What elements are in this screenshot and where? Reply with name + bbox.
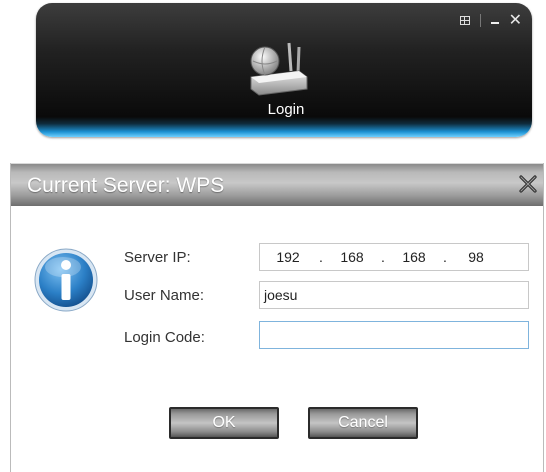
ip-dot: . [443, 249, 447, 265]
window-controls: ✕ [459, 12, 522, 28]
login-code-field[interactable] [259, 321, 529, 349]
minimize-icon[interactable] [490, 22, 499, 24]
ip-dot: . [381, 249, 385, 265]
server-ip-label: Server IP: [124, 249, 191, 266]
login-panel: ✕ Login [36, 3, 532, 137]
server-ip-field[interactable]: 192. 168. 168. 98 [259, 243, 529, 271]
ip-octet-4[interactable]: 98 [450, 244, 502, 270]
close-icon[interactable] [517, 173, 539, 195]
login-dialog: Current Server: WPS Server IP: 192. 168. 1… [10, 163, 544, 472]
ip-dot: . [319, 249, 323, 265]
grid-icon[interactable] [459, 15, 470, 25]
info-icon [34, 248, 98, 312]
dialog-title: Current Server: WPS [27, 174, 225, 197]
login-code-label: Login Code: [124, 329, 205, 346]
cancel-button[interactable]: Cancel [308, 407, 418, 439]
ip-octet-1[interactable]: 192 [260, 244, 316, 270]
user-name-label: User Name: [124, 287, 205, 304]
user-name-value: joesu [264, 287, 298, 303]
close-icon[interactable]: ✕ [509, 12, 522, 28]
ok-button[interactable]: OK [169, 407, 279, 439]
ip-octet-2[interactable]: 168 [326, 244, 378, 270]
user-name-field[interactable]: joesu [259, 281, 529, 309]
router-icon[interactable] [245, 37, 309, 99]
ip-octet-3[interactable]: 168 [388, 244, 440, 270]
controls-divider [479, 13, 481, 27]
dialog-titlebar[interactable]: Current Server: WPS [11, 163, 543, 206]
login-label[interactable]: Login [242, 101, 330, 118]
